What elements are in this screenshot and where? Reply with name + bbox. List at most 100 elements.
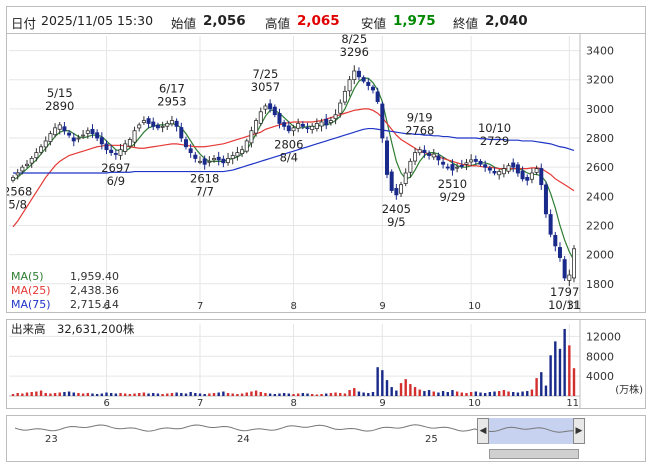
volume-value: 32,631,200株 bbox=[57, 322, 135, 336]
volume-bar bbox=[390, 387, 393, 396]
close-value: 2,040 bbox=[485, 13, 528, 29]
candle-body bbox=[399, 184, 404, 194]
volume-bar bbox=[114, 393, 118, 396]
candle-body bbox=[511, 162, 516, 168]
volume-panel[interactable]: 4000 8000 12000 6 7 8 9 10 11 出来高 32,631,200株 (万株) bbox=[6, 319, 646, 409]
volume-bar bbox=[530, 389, 534, 396]
candle-body bbox=[445, 166, 450, 169]
volume-bar bbox=[72, 392, 75, 396]
volume-bar bbox=[259, 392, 262, 396]
range-handle-left-icon[interactable]: ◀ bbox=[477, 418, 489, 444]
candle-body bbox=[572, 248, 577, 279]
candle-body bbox=[497, 171, 502, 176]
volume-bar bbox=[109, 393, 113, 396]
candle-body bbox=[11, 176, 16, 181]
volume-bar bbox=[306, 393, 309, 396]
ma-legend-name: MA(25) bbox=[11, 284, 51, 297]
volume-bar bbox=[353, 388, 356, 396]
volume-bar bbox=[568, 345, 571, 396]
volume-chart[interactable]: 4000 8000 12000 6 7 8 9 10 11 出来高 32,631,200株 (万株) bbox=[7, 320, 645, 409]
volume-bar bbox=[166, 393, 169, 396]
candle-body bbox=[240, 149, 245, 155]
volume-bar bbox=[254, 390, 258, 396]
volume-bar bbox=[273, 394, 276, 396]
y-tick-label: 3000 bbox=[586, 103, 614, 116]
candle-body bbox=[258, 111, 263, 124]
ma-legend-value: 1,959.40 bbox=[70, 270, 119, 283]
close-label: 終値 bbox=[453, 16, 479, 31]
volume-bar bbox=[465, 393, 468, 396]
candle-body bbox=[394, 188, 399, 196]
candle-body bbox=[48, 133, 53, 142]
candle-body bbox=[441, 161, 446, 165]
volume-bar bbox=[236, 394, 239, 396]
navigator-selected-range bbox=[489, 418, 573, 444]
candle-body bbox=[338, 102, 343, 114]
y-tick-label: 3200 bbox=[586, 74, 614, 87]
date-label: 日付 bbox=[11, 16, 37, 31]
volume-bar bbox=[469, 392, 473, 396]
candle-body bbox=[151, 121, 156, 127]
candlestick-chart[interactable]: 1800200022002400260028003000320034006 7 8 9… bbox=[3, 32, 645, 312]
candle-body bbox=[342, 90, 347, 103]
volume-bar bbox=[488, 392, 492, 396]
candle-body bbox=[272, 106, 277, 116]
candle-body bbox=[539, 168, 544, 186]
candle-body bbox=[216, 156, 221, 161]
candle-body bbox=[20, 166, 25, 172]
candle-body bbox=[305, 127, 310, 130]
candle-body bbox=[146, 118, 151, 124]
volume-bar bbox=[381, 370, 384, 396]
candle-body bbox=[314, 123, 319, 129]
candle-body bbox=[81, 134, 86, 137]
candle-body bbox=[310, 125, 315, 130]
annotation-price: 2953 bbox=[157, 95, 186, 109]
candle-body bbox=[324, 118, 329, 126]
volume-bar bbox=[357, 391, 361, 396]
candle-body bbox=[413, 152, 418, 162]
volume-bar bbox=[554, 341, 557, 396]
candle-body bbox=[282, 122, 287, 127]
volume-bar bbox=[175, 392, 178, 396]
volume-x-tick-label: 9 bbox=[379, 398, 385, 408]
volume-bar bbox=[39, 390, 43, 396]
navigator-label: 25 bbox=[425, 434, 438, 445]
candle-body bbox=[370, 86, 375, 91]
y-tick-label: 2200 bbox=[586, 219, 614, 232]
range-handle-right-icon[interactable]: ▶ bbox=[573, 418, 585, 444]
ma-legend-name: MA(5) bbox=[11, 270, 44, 283]
candle-body bbox=[193, 154, 198, 159]
volume-bar bbox=[161, 394, 164, 396]
volume-bar bbox=[16, 393, 19, 396]
volume-bar bbox=[63, 392, 66, 396]
volume-bar bbox=[507, 391, 510, 396]
volume-bar bbox=[418, 389, 421, 396]
x-tick-label: 7 bbox=[197, 301, 203, 312]
volume-bar bbox=[446, 392, 449, 396]
annotation-price: 2618 bbox=[190, 171, 219, 185]
range-navigator[interactable]: 23 24 25 ◀ ▶ bbox=[6, 415, 646, 462]
y-tick-label: 2800 bbox=[586, 132, 614, 145]
annotation-date: 5/15 bbox=[47, 86, 73, 100]
volume-bar bbox=[409, 384, 412, 396]
candle-body bbox=[85, 130, 90, 134]
candle-body bbox=[244, 140, 249, 152]
candle-body bbox=[202, 158, 207, 165]
volume-bar bbox=[245, 392, 248, 396]
candle-body bbox=[127, 139, 132, 147]
annotation-price: 3057 bbox=[251, 80, 280, 94]
open-value: 2,056 bbox=[203, 13, 246, 29]
open-label: 始値 bbox=[171, 16, 197, 31]
candlestick-panel[interactable]: 1800 2000 2200 2400 2600 2800 3000 3200 3400 6 7 8 9… bbox=[3, 32, 646, 313]
navigator-scrollbar[interactable] bbox=[489, 449, 579, 459]
candle-body bbox=[408, 160, 413, 173]
candle-body bbox=[57, 124, 62, 130]
volume-tick-label: 12000 bbox=[586, 330, 621, 343]
volume-bar bbox=[516, 392, 520, 396]
candle-body bbox=[123, 143, 128, 152]
annotation-price: 3296 bbox=[340, 45, 369, 59]
volume-bar bbox=[287, 393, 291, 396]
candle-body bbox=[226, 158, 231, 163]
x-tick-label: 8 bbox=[291, 301, 297, 312]
volume-bar bbox=[502, 390, 506, 396]
